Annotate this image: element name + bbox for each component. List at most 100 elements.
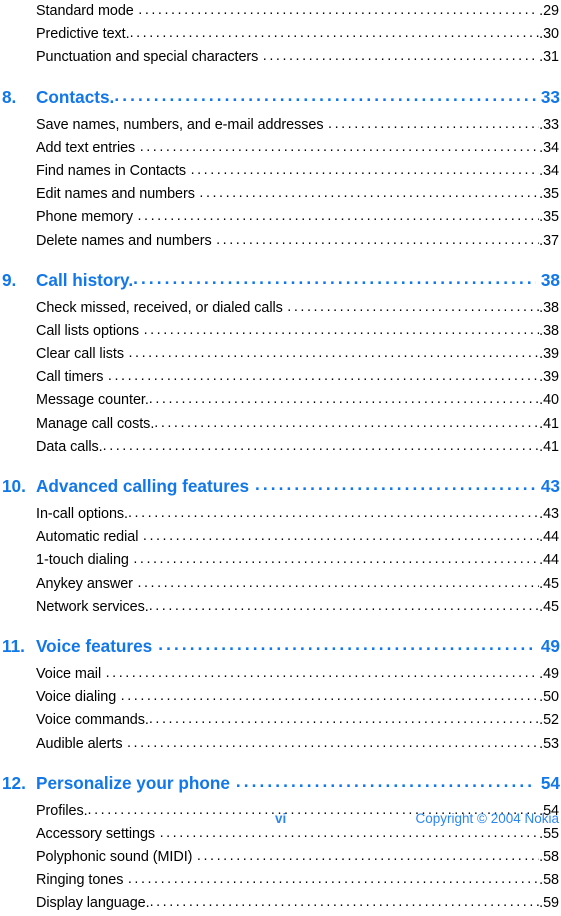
toc-entry-page-number: .41 (539, 415, 559, 432)
dot-leader: ........................................… (128, 505, 539, 521)
table-of-contents: Standard mode...........................… (0, 0, 561, 916)
dot-leader: ........................................… (235, 770, 536, 791)
toc-entry[interactable]: Voice commands..........................… (0, 709, 561, 732)
toc-entry[interactable]: Predictive text.........................… (0, 23, 561, 46)
page-footer: vi Copyright © 2004 Nokia (0, 809, 561, 829)
toc-chapter-heading[interactable]: 11. Voice features.......................… (0, 633, 561, 660)
toc-entry[interactable]: Voice dialing...........................… (0, 686, 561, 709)
toc-entry[interactable]: Find names in Contacts..................… (0, 160, 561, 183)
toc-entry[interactable]: Polyphonic sound (MIDI).................… (0, 846, 561, 869)
dot-leader: ........................................… (139, 138, 540, 155)
dot-leader: ........................................… (138, 2, 539, 18)
dot-leader: ........................................… (196, 848, 539, 865)
dot-leader: ........................................… (199, 185, 540, 202)
toc-chapter-heading[interactable]: 8. Contacts..............................… (0, 84, 561, 111)
toc-entry-page-number: .58 (539, 872, 559, 889)
toc-chapter-title: Contacts. (36, 86, 115, 107)
toc-entry-page-number: .45 (539, 598, 559, 615)
toc-entry[interactable]: Save names, numbers, and e-mail addresse… (0, 114, 561, 137)
toc-entry[interactable]: Edit names and numbers..................… (0, 183, 561, 206)
toc-entry-page-number: .34 (539, 162, 559, 179)
toc-entry[interactable]: Call lists options......................… (0, 320, 561, 343)
toc-entry[interactable]: Message counter.........................… (0, 389, 561, 412)
toc-entry-page-number: .37 (539, 232, 559, 249)
toc-entry[interactable]: 1-touch dialing.........................… (0, 549, 561, 572)
toc-entry-title: Ringing tones (36, 872, 124, 889)
toc-chapter-page-number: 54 (540, 772, 560, 793)
toc-entry[interactable]: In-call options.........................… (0, 503, 561, 526)
toc-entry-page-number: .44 (539, 529, 559, 546)
dot-leader: ........................................… (120, 688, 540, 705)
toc-entry-title: Call lists options (36, 322, 140, 339)
dot-leader: ........................................… (154, 414, 539, 431)
toc-entry-page-number: .34 (539, 139, 559, 156)
toc-entry[interactable]: Network services........................… (0, 596, 561, 619)
toc-entry-page-number: .50 (539, 689, 559, 706)
toc-entry-title: Save names, numbers, and e-mail addresse… (36, 116, 324, 133)
dot-leader: ........................................… (143, 321, 540, 338)
toc-chapter-number: 8. (2, 86, 17, 107)
dot-leader: ........................................… (158, 633, 536, 654)
toc-entry-title: Delete names and numbers (36, 232, 212, 249)
toc-entry-title: Voice commands. (36, 712, 149, 729)
dot-leader: ........................................… (148, 391, 539, 408)
toc-entry-title: Find names in Contacts (36, 162, 187, 179)
toc-entry-page-number: .30 (539, 26, 559, 43)
toc-entry[interactable]: Manage call costs.......................… (0, 413, 561, 436)
toc-entry[interactable]: Check missed, received, or dialed calls.… (0, 297, 561, 320)
toc-entry-page-number: .38 (539, 322, 559, 339)
toc-entry[interactable]: Standard mode...........................… (0, 0, 561, 23)
toc-entry-title: Check missed, received, or dialed calls (36, 299, 283, 316)
dot-leader: ........................................… (102, 437, 540, 454)
toc-entry-page-number: .44 (539, 552, 559, 569)
toc-entry[interactable]: Audible alerts..........................… (0, 733, 561, 756)
toc-entry-page-number: .45 (539, 575, 559, 592)
toc-chapter-heading[interactable]: 12. Personalize your phone...............… (0, 770, 561, 797)
toc-entry[interactable]: Phone memory............................… (0, 206, 561, 229)
toc-entry-page-number: .31 (539, 49, 559, 66)
toc-entry[interactable]: Display language........................… (0, 892, 561, 915)
toc-entry[interactable]: Anykey answer...........................… (0, 573, 561, 596)
dot-leader: ........................................… (133, 551, 540, 568)
toc-entry[interactable]: Clear call lists........................… (0, 343, 561, 366)
dot-leader: ........................................… (149, 894, 540, 911)
toc-entry-title: In-call options. (36, 506, 128, 522)
dot-leader: ........................................… (328, 115, 540, 132)
toc-entry-title: Add text entries (36, 139, 136, 156)
toc-entry-page-number: .43 (539, 506, 559, 522)
dot-leader: ........................................… (107, 368, 540, 385)
toc-entry-page-number: .59 (539, 895, 559, 912)
toc-chapter-number: 12. (2, 772, 26, 793)
toc-entry-title: Polyphonic sound (MIDI) (36, 849, 193, 866)
toc-entry-page-number: .35 (539, 186, 559, 203)
toc-entry-page-number: .33 (539, 116, 559, 133)
toc-entry-title: Call timers (36, 369, 104, 386)
toc-entry[interactable]: Voice mail..............................… (0, 663, 561, 686)
toc-chapter-title: Call history. (36, 269, 134, 290)
toc-entry[interactable]: Delete names and numbers................… (0, 230, 561, 253)
toc-entry-page-number: .29 (539, 3, 559, 19)
toc-chapter-number: 9. (2, 269, 17, 290)
toc-entry[interactable]: Call timers.............................… (0, 366, 561, 389)
toc-chapter-heading[interactable]: 9. Call history..........................… (0, 267, 561, 294)
dot-leader: ........................................… (105, 664, 540, 681)
toc-entry-title: Display language. (36, 895, 150, 912)
toc-chapter-page-number: 38 (540, 269, 560, 290)
toc-entry-page-number: .53 (539, 735, 559, 752)
toc-entry[interactable]: Punctuation and special characters......… (0, 46, 561, 69)
toc-entry-title: Manage call costs. (36, 415, 155, 432)
toc-entry[interactable]: Add text entries........................… (0, 137, 561, 160)
toc-chapter-heading[interactable]: 10. Advanced calling features............… (0, 473, 561, 500)
toc-entry-title: Punctuation and special characters (36, 49, 259, 66)
dot-leader: ........................................… (148, 597, 539, 614)
toc-entry[interactable]: Ringing tones...........................… (0, 869, 561, 892)
dot-leader: ........................................… (137, 208, 539, 225)
toc-entry-title: Voice mail (36, 665, 102, 682)
toc-entry-title: Anykey answer (36, 575, 133, 592)
toc-entry[interactable]: Data calls..............................… (0, 436, 561, 459)
toc-entry-page-number: .39 (539, 369, 559, 386)
dot-leader: ........................................… (287, 298, 539, 315)
dot-leader: ........................................… (262, 48, 540, 65)
toc-chapter-number: 11. (2, 635, 25, 656)
toc-entry[interactable]: Automatic redial........................… (0, 526, 561, 549)
